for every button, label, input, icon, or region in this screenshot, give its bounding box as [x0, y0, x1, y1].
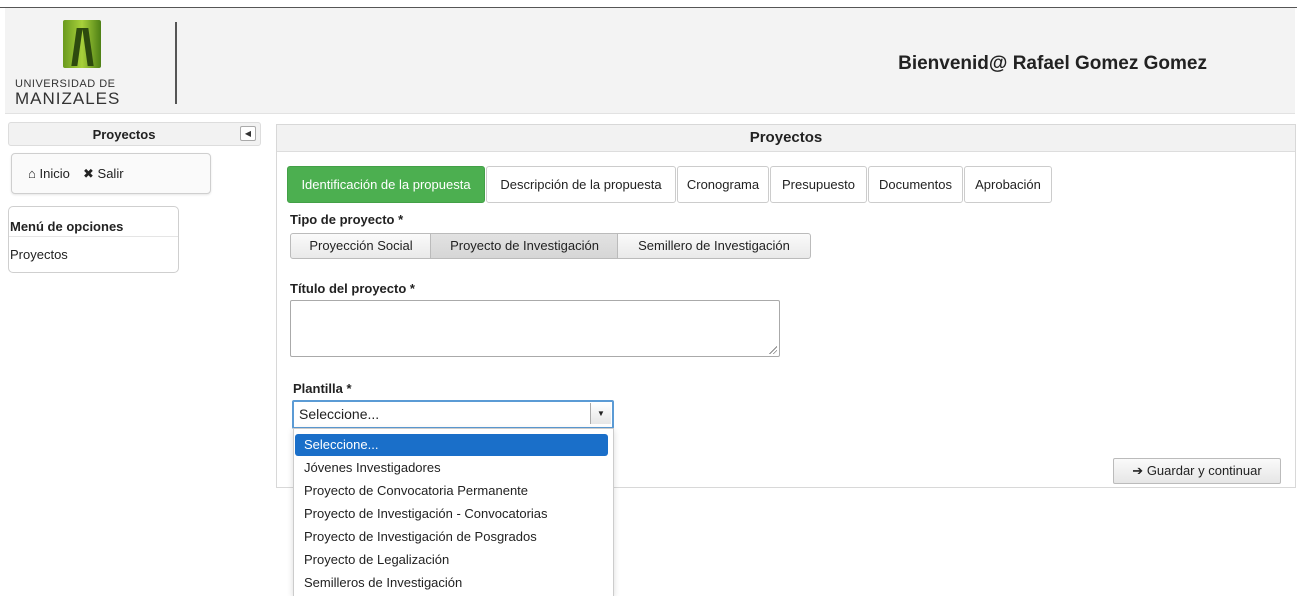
tab-documentos[interactable]: Documentos: [868, 166, 963, 203]
logo-text-line2: MANIZALES: [15, 89, 121, 108]
nav-item-label: Inicio: [39, 166, 70, 181]
page-title: Proyectos: [277, 125, 1295, 152]
tab-descripcion[interactable]: Descripción de la propuesta: [486, 166, 676, 203]
template-label: Plantilla *: [293, 381, 352, 396]
dropdown-option[interactable]: Jóvenes Investigadores: [295, 457, 608, 479]
triangle-left-icon: ◀: [244, 129, 252, 138]
university-logo: UNIVERSIDAD DE MANIZALES: [15, 20, 155, 108]
nav-item-salir[interactable]: ✖ Salir: [83, 166, 124, 182]
save-label: Guardar y continuar: [1146, 463, 1262, 478]
header-divider: [175, 22, 177, 104]
dropdown-option[interactable]: Proyecto de Legalización: [295, 549, 608, 571]
resize-grip-icon[interactable]: [769, 346, 777, 354]
home-icon: ⌂: [28, 166, 36, 181]
sidebar-nav: ⌂ Inicio ✖ Salir: [11, 153, 211, 194]
top-border: [0, 0, 1297, 8]
project-type-proyecto-investigacion[interactable]: Proyecto de Investigación: [430, 233, 619, 259]
dropdown-option[interactable]: Proyecto de Investigación - Convocatoria…: [295, 503, 608, 525]
tab-identificacion[interactable]: Identificación de la propuesta: [287, 166, 485, 203]
close-icon: ✖: [83, 166, 94, 181]
chevron-down-icon[interactable]: ▼: [590, 403, 611, 424]
sidebar-header: Proyectos ◀: [8, 122, 261, 146]
menu-item-proyectos[interactable]: Proyectos: [10, 247, 68, 262]
nav-item-label: Salir: [97, 166, 124, 181]
page-header: UNIVERSIDAD DE MANIZALES Bienvenid@ Rafa…: [5, 8, 1295, 114]
tab-presupuesto[interactable]: Presupuesto: [770, 166, 867, 203]
dropdown-option[interactable]: Proyecto de Convocatoria Permanente: [295, 480, 608, 502]
welcome-message: Bienvenid@ Rafael Gomez Gomez: [898, 53, 1207, 74]
template-select[interactable]: Seleccione... ▼: [292, 400, 614, 429]
dropdown-option[interactable]: Seleccione...: [295, 434, 608, 456]
template-dropdown-list: Seleccione... Jóvenes Investigadores Pro…: [293, 428, 614, 596]
tab-cronograma[interactable]: Cronograma: [677, 166, 769, 203]
save-continue-button[interactable]: ➔ Guardar y continuar: [1113, 458, 1281, 484]
collapse-sidebar-button[interactable]: ◀: [240, 126, 256, 141]
dropdown-option[interactable]: Semilleros de Investigación: [295, 572, 608, 594]
options-menu-title: Menú de opciones: [9, 207, 178, 237]
arrow-right-icon: ➔: [1132, 463, 1144, 478]
options-menu: Menú de opciones Proyectos: [8, 206, 179, 273]
template-selected-value: Seleccione...: [299, 406, 380, 422]
dropdown-option[interactable]: Proyecto de Investigación de Posgrados: [295, 526, 608, 548]
tab-aprobacion[interactable]: Aprobación: [964, 166, 1052, 203]
project-title-label: Título del proyecto *: [290, 281, 415, 296]
sidebar-title: Proyectos: [92, 127, 156, 142]
logo-mark-icon: [63, 20, 101, 68]
project-title-input[interactable]: [290, 300, 780, 357]
project-type-semillero[interactable]: Semillero de Investigación: [617, 233, 811, 259]
project-type-label: Tipo de proyecto *: [290, 212, 404, 227]
project-type-proyeccion-social[interactable]: Proyección Social: [290, 233, 432, 259]
nav-item-inicio[interactable]: ⌂ Inicio: [28, 166, 70, 181]
